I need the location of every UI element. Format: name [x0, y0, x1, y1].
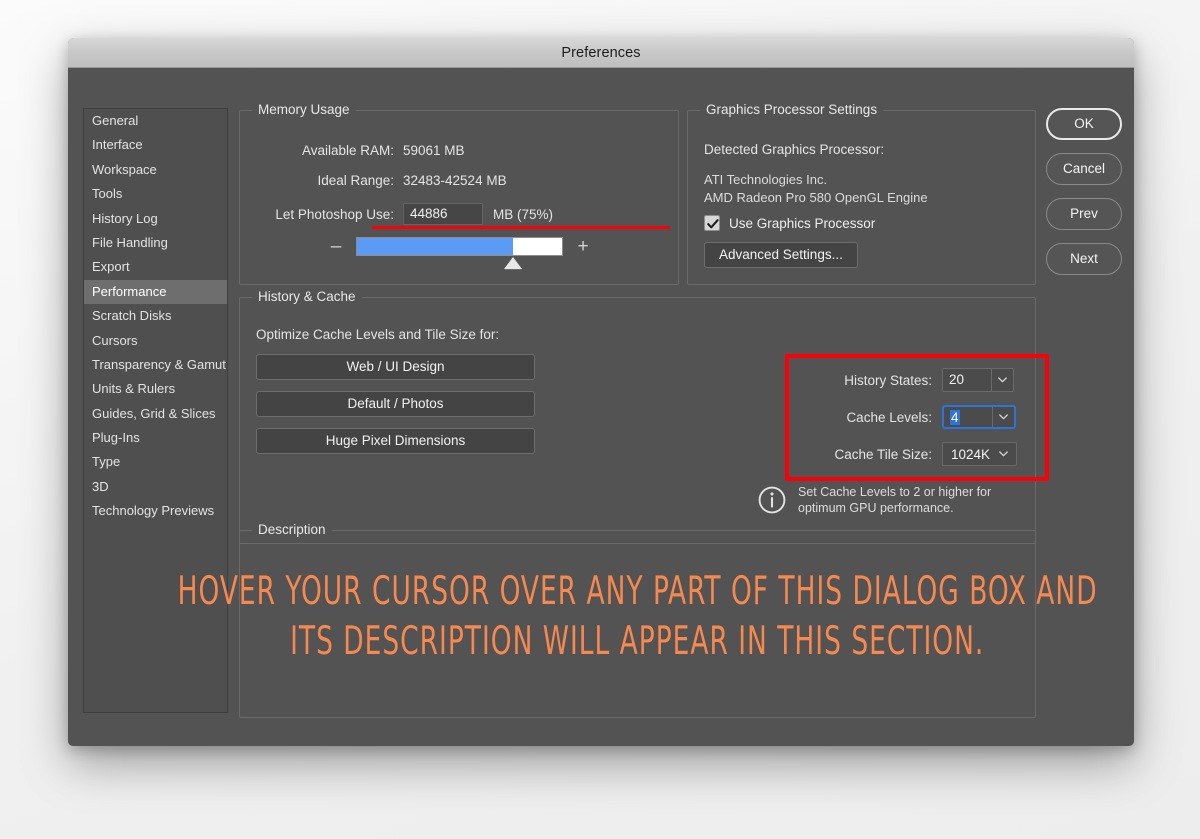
prev-button[interactable]: Prev	[1046, 198, 1122, 230]
chevron-down-icon	[999, 451, 1008, 457]
preferences-dialog: Preferences General Interface Workspace …	[68, 38, 1134, 746]
memory-slider-thumb[interactable]	[504, 257, 522, 269]
history-states-row: History States: 20	[800, 368, 1014, 392]
sidebar-item-tools[interactable]: Tools	[84, 182, 227, 206]
description-group: Description Hover your cursor over any p…	[239, 530, 1036, 718]
history-cache-legend: History & Cache	[252, 289, 362, 304]
memory-slider-row: – +	[240, 237, 678, 256]
optimize-web-ui-design-button[interactable]: Web / UI Design	[256, 354, 535, 380]
ideal-range-label: Ideal Range:	[240, 173, 403, 188]
description-line-1: Hover your cursor over any part of this …	[178, 565, 1098, 621]
gpu-engine-text: AMD Radeon Pro 580 OpenGL Engine	[704, 190, 928, 205]
sidebar-item-performance[interactable]: Performance	[84, 280, 227, 304]
advanced-settings-button[interactable]: Advanced Settings...	[704, 242, 858, 268]
memory-usage-legend: Memory Usage	[252, 102, 356, 117]
desktop-background: Preferences General Interface Workspace …	[0, 0, 1200, 839]
preferences-category-list[interactable]: General Interface Workspace Tools Histor…	[83, 108, 228, 713]
chevron-down-icon[interactable]	[991, 369, 1013, 391]
ok-button[interactable]: OK	[1046, 108, 1122, 140]
cache-levels-value[interactable]: 4	[944, 407, 992, 427]
memory-slider[interactable]	[356, 237, 563, 256]
sidebar-item-history-log[interactable]: History Log	[84, 207, 227, 231]
graphics-processor-legend: Graphics Processor Settings	[700, 102, 883, 117]
cache-levels-selected-text: 4	[950, 410, 960, 425]
let-photoshop-use-unit: MB (75%)	[493, 207, 553, 222]
sidebar-item-technology-previews[interactable]: Technology Previews	[84, 499, 227, 523]
dialog-action-buttons: OK Cancel Prev Next	[1046, 108, 1124, 288]
sidebar-item-file-handling[interactable]: File Handling	[84, 231, 227, 255]
cancel-button[interactable]: Cancel	[1046, 153, 1122, 185]
cache-info-note: Set Cache Levels to 2 or higher for opti…	[758, 484, 1013, 516]
let-photoshop-use-label: Let Photoshop Use:	[240, 207, 403, 222]
ideal-range-row: Ideal Range: 32483-42524 MB	[240, 173, 678, 188]
use-graphics-processor-row[interactable]: Use Graphics Processor	[704, 215, 875, 231]
optimize-cache-label: Optimize Cache Levels and Tile Size for:	[256, 327, 499, 342]
memory-slider-fill	[357, 238, 513, 255]
sidebar-item-3d[interactable]: 3D	[84, 475, 227, 499]
memory-usage-group: Memory Usage Available RAM: 59061 MB Ide…	[239, 110, 679, 285]
sidebar-item-units-rulers[interactable]: Units & Rulers	[84, 377, 227, 401]
let-photoshop-use-input[interactable]: 44886	[403, 203, 483, 225]
sidebar-item-export[interactable]: Export	[84, 255, 227, 279]
cache-info-text: Set Cache Levels to 2 or higher for opti…	[798, 484, 1013, 516]
graphics-processor-group: Graphics Processor Settings Detected Gra…	[687, 110, 1036, 285]
available-ram-label: Available RAM:	[240, 143, 403, 158]
title-bar: Preferences	[68, 38, 1134, 68]
sidebar-item-interface[interactable]: Interface	[84, 133, 227, 157]
cache-levels-row: Cache Levels: 4	[800, 405, 1016, 429]
plus-icon[interactable]: +	[574, 237, 592, 256]
ideal-range-value: 32483-42524 MB	[403, 173, 507, 188]
sidebar-item-general[interactable]: General	[84, 109, 227, 133]
sidebar-item-scratch-disks[interactable]: Scratch Disks	[84, 304, 227, 328]
cache-tile-size-row: Cache Tile Size: 1024K	[800, 442, 1017, 466]
minus-icon[interactable]: –	[327, 237, 345, 256]
cache-tile-size-value: 1024K	[951, 447, 990, 462]
gpu-vendor-text: ATI Technologies Inc.	[704, 172, 827, 187]
let-photoshop-use-row: Let Photoshop Use: 44886 MB (75%)	[240, 203, 678, 225]
red-underline-annotation	[372, 226, 670, 229]
info-icon	[758, 486, 786, 514]
detected-gpu-label: Detected Graphics Processor:	[704, 142, 884, 157]
cache-tile-size-label: Cache Tile Size:	[800, 447, 942, 462]
history-states-label: History States:	[800, 373, 942, 388]
window-title: Preferences	[561, 45, 640, 61]
description-line-2: its description will appear in this sect…	[290, 615, 984, 671]
history-states-value[interactable]: 20	[943, 369, 991, 391]
cache-tile-size-select[interactable]: 1024K	[942, 442, 1017, 466]
description-content: Hover your cursor over any part of this …	[240, 531, 1035, 717]
checkbox-checked-icon[interactable]	[704, 215, 720, 231]
sidebar-item-cursors[interactable]: Cursors	[84, 329, 227, 353]
history-states-combo[interactable]: 20	[942, 368, 1014, 392]
sidebar-item-guides-grid-slices[interactable]: Guides, Grid & Slices	[84, 402, 227, 426]
cache-levels-label: Cache Levels:	[800, 410, 942, 425]
optimize-default-photos-button[interactable]: Default / Photos	[256, 391, 535, 417]
available-ram-value: 59061 MB	[403, 143, 465, 158]
available-ram-row: Available RAM: 59061 MB	[240, 143, 678, 158]
use-graphics-processor-label: Use Graphics Processor	[729, 216, 875, 231]
sidebar-item-workspace[interactable]: Workspace	[84, 158, 227, 182]
chevron-down-icon[interactable]	[992, 407, 1014, 427]
dialog-body: General Interface Workspace Tools Histor…	[68, 68, 1134, 746]
next-button[interactable]: Next	[1046, 243, 1122, 275]
cache-levels-combo[interactable]: 4	[942, 405, 1016, 429]
optimize-huge-pixel-dimensions-button[interactable]: Huge Pixel Dimensions	[256, 428, 535, 454]
history-cache-group: History & Cache Optimize Cache Levels an…	[239, 297, 1036, 544]
sidebar-item-plug-ins[interactable]: Plug-Ins	[84, 426, 227, 450]
sidebar-item-type[interactable]: Type	[84, 450, 227, 474]
sidebar-item-transparency-gamut[interactable]: Transparency & Gamut	[84, 353, 227, 377]
